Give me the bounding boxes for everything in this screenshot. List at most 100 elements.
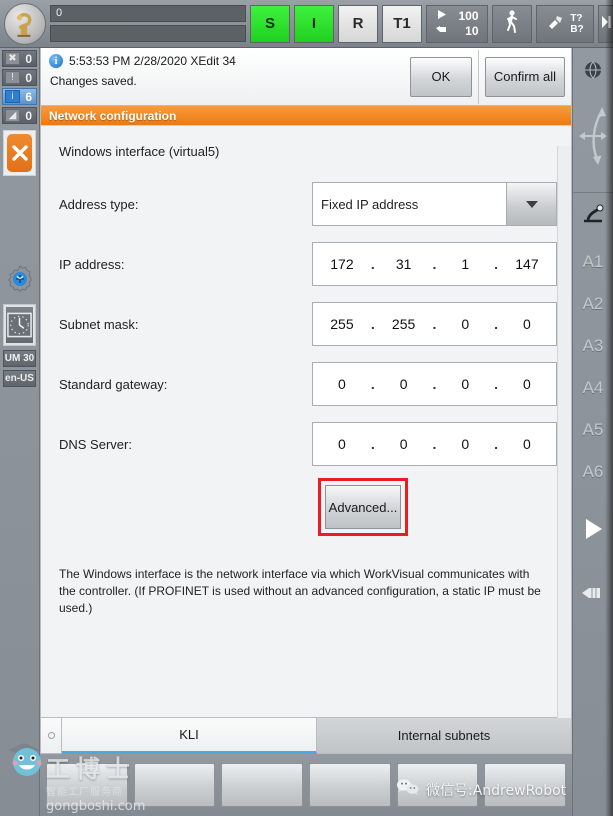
ip-octet-3[interactable]: 1 [448,256,482,272]
ok-button[interactable]: OK [409,56,472,97]
address-type-select[interactable]: Fixed IP address [312,182,557,226]
operating-mode-button-t1[interactable]: T1 [382,4,422,43]
jog-override-value: 10 [465,23,479,38]
message-header-row: i 5:53:53 PM 2/28/2020 XEdit 34 [49,54,404,68]
ip-address-label: IP address: [59,256,125,272]
standard-gateway-label: Standard gateway: [59,376,168,392]
address-type-label: Address type: [59,196,139,212]
softkey-3[interactable] [221,763,304,807]
base-label: B? [570,23,584,35]
subnet-octet-3[interactable]: 0 [448,316,482,332]
tool-base-button[interactable]: T? B? [536,4,594,43]
close-message-button[interactable] [7,134,32,172]
message-counter-group: ✖ 0 ! 0 i 6 ◢ 0 [0,48,39,124]
axis-label-a5[interactable]: A5 [583,420,604,440]
language-tag[interactable]: en-US [3,370,36,387]
axis-label-a6[interactable]: A6 [583,462,604,482]
axis-label-a4[interactable]: A4 [583,378,604,398]
counter-warning-value: 0 [25,70,32,85]
dns-server-input[interactable]: 0 . 0 . 0 . 0 [312,422,557,466]
gateway-octet-3[interactable]: 0 [448,376,482,392]
softkey-5[interactable] [396,763,479,807]
play-icon [436,9,449,23]
robot-arm-icon[interactable] [4,2,46,45]
axis-jog-button[interactable] [580,203,606,230]
gateway-octet-4[interactable]: 0 [510,376,544,392]
play-button[interactable] [580,516,606,547]
ip-separator: . [432,436,437,452]
world-coordinate-button[interactable] [580,60,606,91]
ip-address-input[interactable]: 172 . 31 . 1 . 147 [312,242,557,286]
counter-error-value: 0 [25,51,32,66]
tab-kli[interactable]: KLI [62,718,317,754]
softkey-6[interactable] [484,763,567,807]
ip-separator: . [370,436,375,452]
standard-gateway-input[interactable]: 0 . 0 . 0 . 0 [312,362,557,406]
clock-button[interactable] [6,307,33,343]
hand-jog-button[interactable] [580,583,606,608]
override-speed-button[interactable]: 100 10 [426,4,488,43]
softkey-1[interactable] [46,763,128,807]
softkey-bar [40,754,572,816]
walking-person-icon [504,9,520,38]
toolbar-field-stack: 0 [50,5,246,42]
world-coordinate-icon [585,61,601,79]
message-window: i 5:53:53 PM 2/28/2020 XEdit 34 Changes … [40,48,572,106]
dns-octet-1[interactable]: 0 [325,436,359,452]
dns-octet-3[interactable]: 0 [448,436,482,452]
status-button-r[interactable]: R [338,4,378,43]
counter-note[interactable]: ◢ 0 [2,107,37,124]
dot-icon [47,732,55,739]
tab-internal-subnets[interactable]: Internal subnets [317,718,572,754]
axis-label-a3[interactable]: A3 [583,336,604,356]
counter-warning[interactable]: ! 0 [2,69,37,86]
tool-icon [546,12,566,35]
subnet-octet-2[interactable]: 255 [387,316,421,332]
program-line-field[interactable] [50,25,246,42]
softkey-2[interactable] [133,763,216,807]
tab-scroll-indicator[interactable] [40,718,62,754]
information-icon: i [5,90,20,103]
field-row-dns-server: DNS Server: 0 . 0 . 0 . 0 [59,421,571,467]
gateway-octet-2[interactable]: 0 [387,376,421,392]
interface-title: Windows interface (virtual5) [59,144,220,159]
subnet-mask-input[interactable]: 255 . 255 . 0 . 0 [312,302,557,346]
unit-tag[interactable]: UM 30 [3,350,36,367]
panel-scrollbar[interactable] [557,146,571,737]
dns-octet-4[interactable]: 0 [510,436,544,452]
close-message-container [3,130,36,176]
field-row-standard-gateway: Standard gateway: 0 . 0 . 0 . 0 [59,361,571,407]
ip-separator: . [370,316,375,332]
network-configuration-panel: Network configuration Windows interface … [40,106,572,737]
panel-title: Network configuration [41,106,571,126]
dns-octet-2[interactable]: 0 [387,436,421,452]
tab-bar: KLI Internal subnets [40,718,572,754]
ip-octet-4[interactable]: 147 [510,256,544,272]
warning-icon: ! [5,71,20,84]
program-name-field[interactable]: 0 [50,5,246,22]
field-row-ip-address: IP address: 172 . 31 . 1 . 147 [59,241,571,287]
field-row-subnet-mask: Subnet mask: 255 . 255 . 0 . 0 [59,301,571,347]
axis-label-a1[interactable]: A1 [583,252,604,272]
network-settings-button[interactable] [3,264,37,294]
status-button-i[interactable]: I [294,4,334,43]
subnet-octet-1[interactable]: 255 [325,316,359,332]
softkey-4[interactable] [309,763,391,807]
chevron-down-icon[interactable] [506,183,556,225]
information-icon: i [49,54,63,68]
status-button-s[interactable]: S [250,4,290,43]
confirm-all-button[interactable]: Confirm all [484,56,565,97]
axis-label-a2[interactable]: A2 [583,294,604,314]
gateway-octet-1[interactable]: 0 [325,376,359,392]
address-type-value: Fixed IP address [321,196,419,212]
ip-octet-1[interactable]: 172 [325,256,359,272]
jog-mode-button[interactable] [492,4,532,43]
counter-error[interactable]: ✖ 0 [2,50,37,67]
ip-separator: . [494,256,499,272]
ip-separator: . [432,316,437,332]
subnet-octet-4[interactable]: 0 [510,316,544,332]
advanced-button[interactable]: Advanced... [325,485,401,529]
help-text: The Windows interface is the network int… [59,567,541,615]
counter-information[interactable]: i 6 [2,88,37,105]
ip-octet-2[interactable]: 31 [387,256,421,272]
